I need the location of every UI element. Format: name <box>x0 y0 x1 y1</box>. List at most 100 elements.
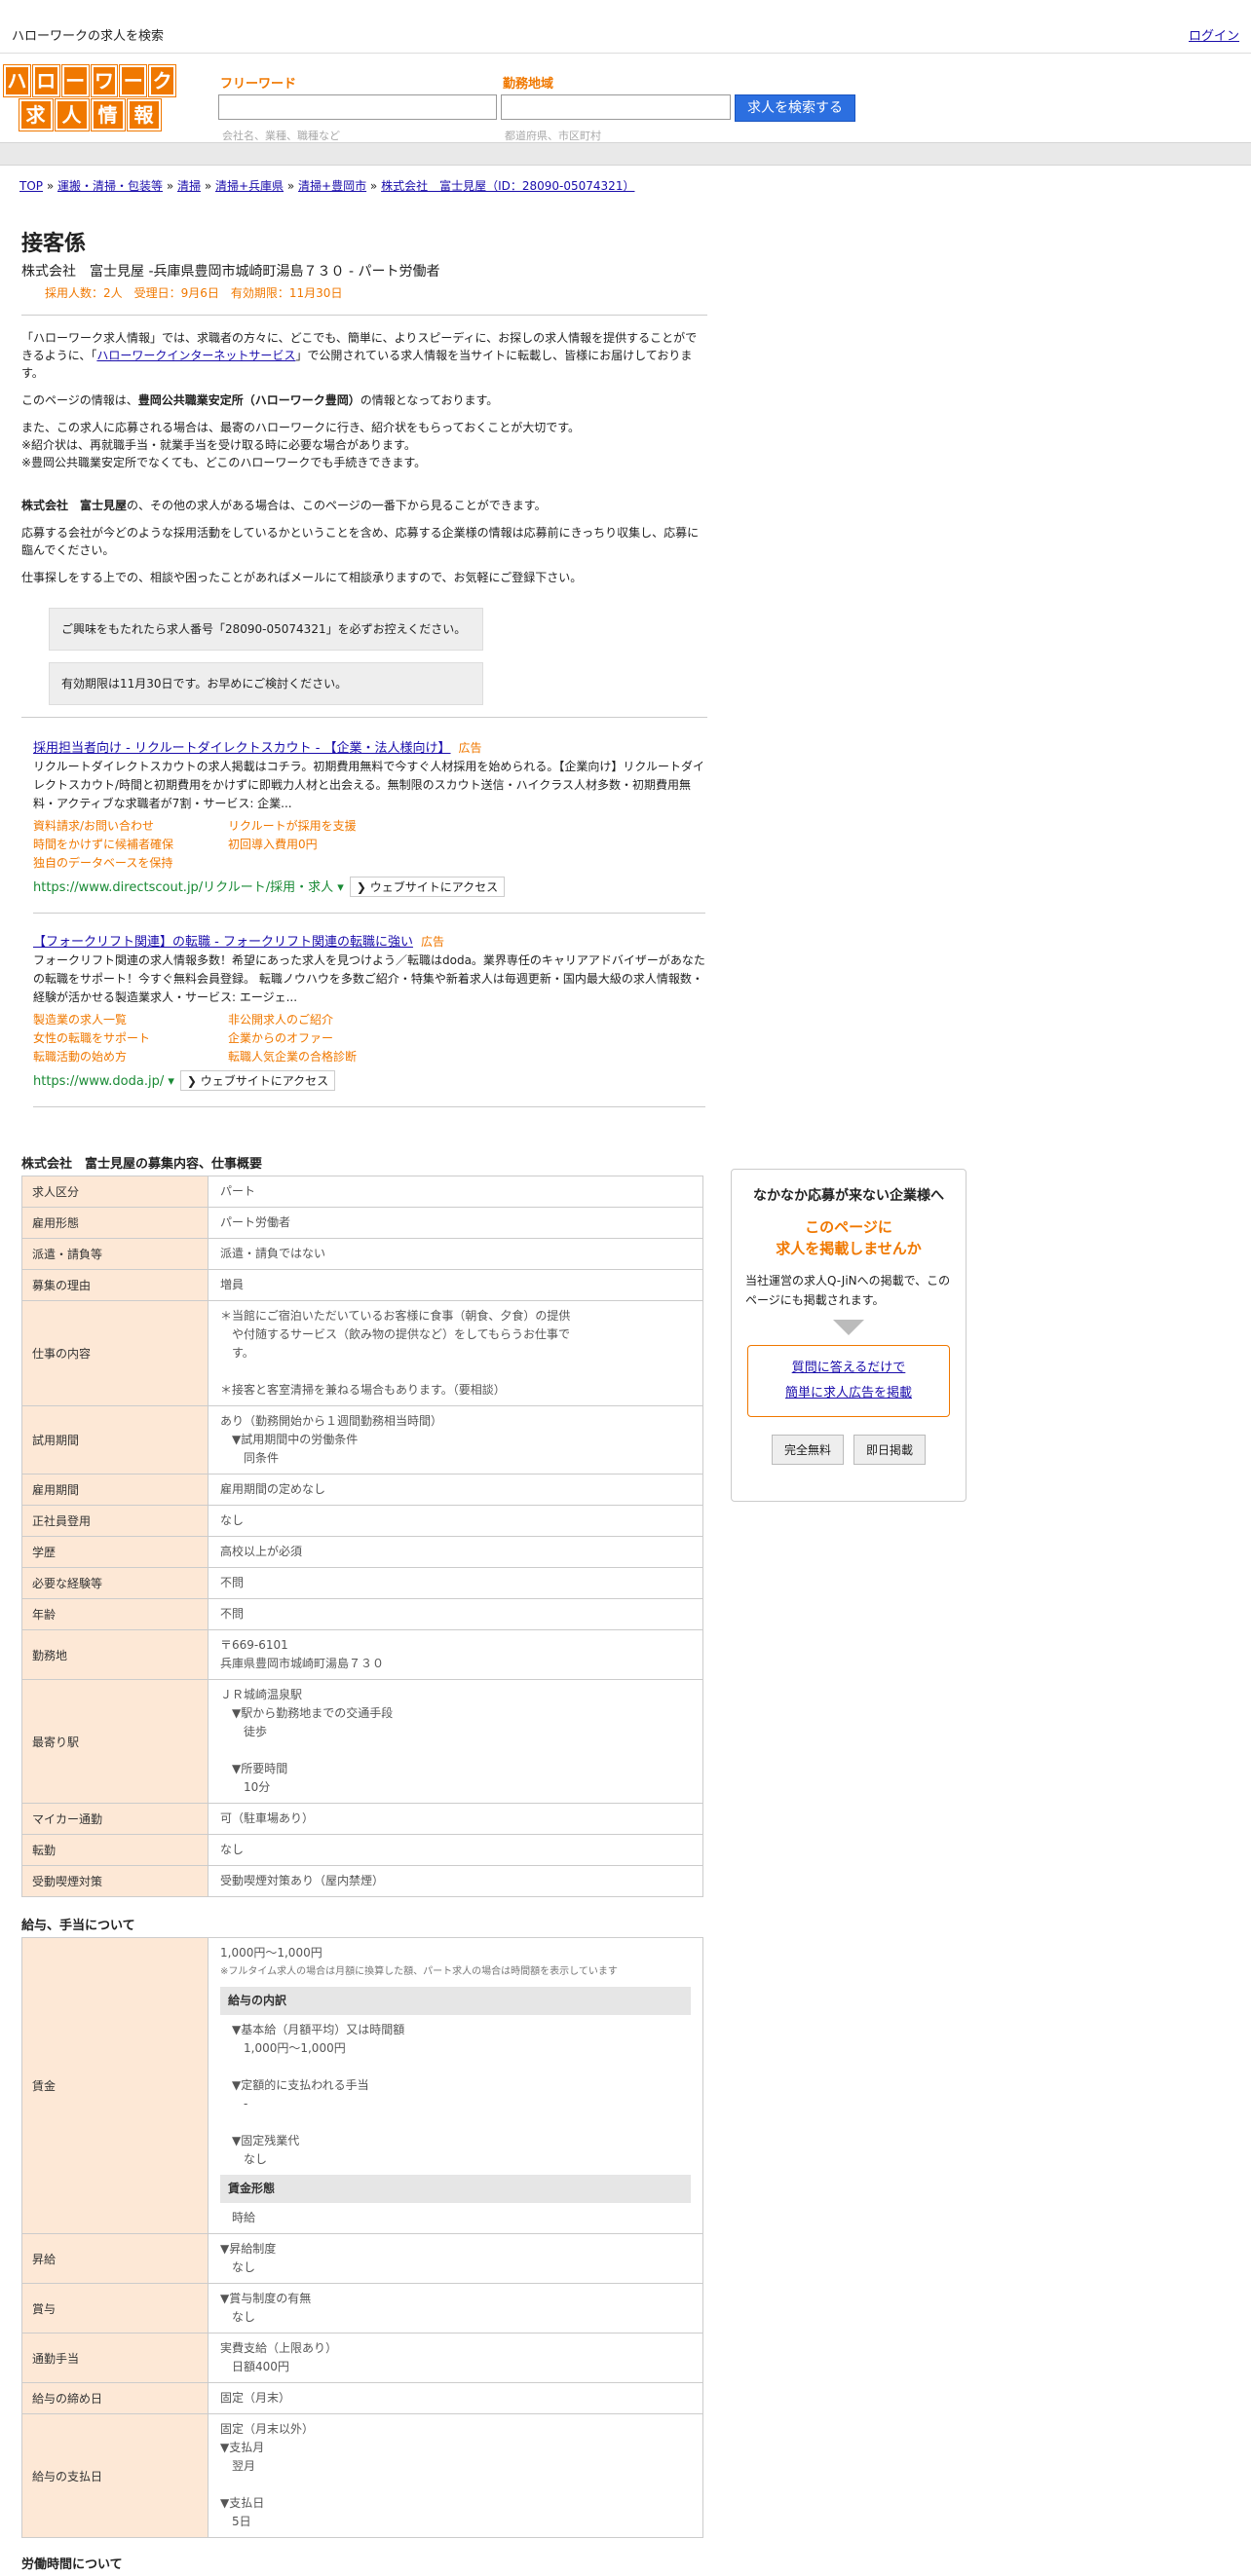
row-label: 給与の支払日 <box>21 2413 208 2538</box>
logo-char: 人 <box>55 99 89 131</box>
logo-char: 情 <box>91 99 125 131</box>
row-label: 昇給 <box>21 2233 208 2284</box>
sidebar-link-post[interactable]: 簡単に求人広告を掲載 <box>785 1386 912 1400</box>
ad-sitelink[interactable]: 女性の転職をサポート <box>33 1029 228 1048</box>
table-row: 最寄り駅 ＪＲ城崎温泉駅 ▼駅から勤務地までの交通手段 徒歩 ▼所要時間 10分 <box>21 1679 703 1804</box>
ad-sitelink[interactable]: 資料請求/お問い合わせ <box>33 817 228 836</box>
section-title-hours: 労働時間について <box>21 2557 123 2572</box>
table-row: マイカー通勤 可（駐車場あり） <box>21 1803 703 1835</box>
row-value: ＊当館にご宿泊いただいているお客様に食事（朝食、夕食）の提供 や付随するサービス… <box>208 1300 703 1406</box>
row-label: 賃金 <box>21 1937 208 2234</box>
logo-char: ワ <box>91 65 118 96</box>
visit-site-button[interactable]: ❯ ウェブサイトにアクセス <box>349 877 506 897</box>
breadcrumb: TOP » 運搬・清掃・包装等 » 清掃 » 清掃+兵庫県 » 清掃+豊岡市 »… <box>19 177 634 194</box>
login-link[interactable]: ログイン <box>1189 25 1239 44</box>
row-value: あり（勤務開始から１週間勤務相当時間） ▼試用期間中の労働条件 同条件 <box>208 1405 703 1475</box>
advertise-sidebar: なかなか応募が来ない企業様へ このページに 求人を掲載しませんか 当社運営の求人Q… <box>731 1169 967 1502</box>
table-row: 給与の支払日 固定（月末以外） ▼支払月 翌月 ▼支払日 5日 <box>21 2413 703 2538</box>
ad-url[interactable]: https://www.directscout.jp/リクルート/採用・求人 ▾ <box>33 880 344 895</box>
logo-char: ハ <box>4 65 30 96</box>
ad-description: リクルートダイレクトスカウトの求人掲載はコチラ。初期費用無料で今すぐ人材採用を始… <box>33 760 705 810</box>
job-meta: 採用人数：2人 受理日：9月6日 有効期限：11月30日 <box>45 286 343 300</box>
search-button[interactable]: 求人を検索する <box>735 94 855 122</box>
row-label: 正社員登用 <box>21 1505 208 1537</box>
ad-title-link[interactable]: 【フォークリフト関連】の転職 - フォークリフト関連の転職に強い <box>33 935 413 950</box>
row-value: ▼賞与制度の有無 なし <box>208 2283 703 2333</box>
ad-tag: 広告 <box>458 741 482 755</box>
row-label: 募集の理由 <box>21 1269 208 1301</box>
visit-site-button[interactable]: ❯ ウェブサイトにアクセス <box>179 1070 336 1091</box>
office-paragraph: このページの情報は、豊岡公共職業安定所（ハローワーク豊岡）の情報となっております… <box>21 393 499 407</box>
row-value: 〒669-6101 兵庫県豊岡市城崎町湯島７３０ <box>208 1629 703 1680</box>
row-label: 試用期間 <box>21 1405 208 1475</box>
breadcrumb-link[interactable]: 清掃 <box>177 179 201 193</box>
section-title-overview: 株式会社 富士見屋の募集内容、仕事概要 <box>21 1157 263 1172</box>
ad-url-row: https://www.doda.jp/ ▾ ❯ ウェブサイトにアクセス <box>33 1070 705 1091</box>
row-value: 不問 <box>208 1567 703 1599</box>
table-row: 給与の締め日 固定（月末） <box>21 2382 703 2414</box>
other-jobs-paragraph: 株式会社 富士見屋の、その他の求人がある場合は、このページの一番下から見ることが… <box>21 499 547 512</box>
breadcrumb-sep: » <box>366 179 382 193</box>
row-value: 派遣・請負ではない <box>208 1238 703 1270</box>
ad-sitelink[interactable]: 初回導入費用0円 <box>228 836 423 854</box>
breadcrumb-link[interactable]: TOP <box>19 179 43 193</box>
area-input[interactable] <box>501 94 731 120</box>
freeword-placeholder: 会社名、業種、職種など <box>222 130 340 142</box>
row-value: 受動喫煙対策あり（屋内禁煙） <box>208 1865 703 1897</box>
breadcrumb-sep: » <box>163 179 177 193</box>
row-value: なし <box>208 1834 703 1866</box>
freeword-label: フリーワード <box>220 77 297 92</box>
breadcrumb-link[interactable]: 株式会社 富士見屋（ID：28090-05074321） <box>381 179 634 193</box>
breadcrumb-link[interactable]: 清掃+兵庫県 <box>215 179 284 193</box>
ad-sitelink[interactable]: 転職人気企業の合格診断 <box>228 1048 423 1066</box>
ad-sitelink[interactable]: 転職活動の始め方 <box>33 1048 228 1066</box>
table-row: 募集の理由 増員 <box>21 1269 703 1301</box>
ad-sitelink[interactable]: 製造業の求人一覧 <box>33 1011 228 1029</box>
table-row: 勤務地 〒669-6101 兵庫県豊岡市城崎町湯島７３０ <box>21 1629 703 1680</box>
breadcrumb-link[interactable]: 運搬・清掃・包装等 <box>57 179 163 193</box>
ad-sitelink[interactable]: リクルートが採用を支援 <box>228 817 423 836</box>
row-label: 転勤 <box>21 1834 208 1866</box>
row-value: 実費支給（上限あり） 日額400円 <box>208 2333 703 2383</box>
breadcrumb-sep: » <box>284 179 299 193</box>
job-details: 株式会社 富士見屋の募集内容、仕事概要 求人区分 パート 雇用形態 パート労働者 派遣・… <box>21 1153 703 2576</box>
row-value: パート労働者 <box>208 1207 703 1239</box>
row-value: ＪＲ城崎温泉駅 ▼駅から勤務地までの交通手段 徒歩 ▼所要時間 10分 <box>208 1679 703 1804</box>
ad-sitelink[interactable]: 企業からのオファー <box>228 1029 423 1048</box>
intro-paragraph: 「ハローワーク求人情報」では、求職者の方々に、どこでも、簡単に、よりスピーディに… <box>21 331 698 380</box>
ad-sitelink[interactable]: 非公開求人のご紹介 <box>228 1011 423 1029</box>
area-placeholder: 都道府県、市区町村 <box>505 130 601 142</box>
row-value: パート <box>208 1176 703 1208</box>
main-content: 接客係 株式会社 富士見屋 -兵庫県豊岡市城崎町湯島７３０ - パート労働者 採… <box>21 226 707 1107</box>
search-header: ハローワーク 求人情報 フリーワード 会社名、業種、職種など 勤務地域 都道府県… <box>0 54 1251 143</box>
ad-title-link[interactable]: 採用担当者向け - リクルートダイレクトスカウト - 【企業・法人様向け】 <box>33 741 451 756</box>
sidebar-heading: なかなか応募が来ない企業様へ <box>753 1188 944 1204</box>
logo-char: ロ <box>32 65 59 96</box>
table-row: 求人区分 パート <box>21 1176 703 1208</box>
consult-paragraph: 仕事探しをする上での、相談や困ったことがあればメールにて相談承りますので、お気軽… <box>21 571 583 584</box>
research-paragraph: 応募する会社が今どのような採用活動をしているかということを含め、応募する企業様の… <box>21 526 700 557</box>
ad-url[interactable]: https://www.doda.jp/ ▾ <box>33 1074 174 1089</box>
row-label: 学歴 <box>21 1536 208 1568</box>
ad-block: 【フォークリフト関連】の転職 - フォークリフト関連の転職に強い 広告 フォークリフ… <box>33 925 705 1107</box>
table-row: 年齢 不問 <box>21 1598 703 1630</box>
row-label: 雇用期間 <box>21 1474 208 1506</box>
free-button[interactable]: 完全無料 <box>771 1435 844 1465</box>
table-row: 受動喫煙対策 受動喫煙対策あり（屋内禁煙） <box>21 1865 703 1897</box>
site-logo[interactable]: ハローワーク 求人情報 <box>4 65 175 133</box>
ad-sitelinks: 資料請求/お問い合わせ リクルートが採用を支援 時間をかけずに候補者確保 初回導入費用… <box>33 817 705 873</box>
row-label: 年齢 <box>21 1598 208 1630</box>
logo-char: ク <box>149 65 175 96</box>
row-label: 雇用形態 <box>21 1207 208 1239</box>
freeword-input[interactable] <box>218 94 497 120</box>
ad-sitelink[interactable]: 時間をかけずに候補者確保 <box>33 836 228 854</box>
sidebar-link-question[interactable]: 質問に答えるだけで <box>792 1361 906 1375</box>
ad-sitelinks: 製造業の求人一覧 非公開求人のご紹介 女性の転職をサポート 企業からのオファー 転職活動… <box>33 1011 705 1066</box>
sameday-button[interactable]: 即日掲載 <box>853 1435 927 1465</box>
ad-sitelink[interactable]: 独自のデータベースを保持 <box>33 854 228 873</box>
down-arrow-icon <box>833 1320 864 1335</box>
row-label: 最寄り駅 <box>21 1679 208 1804</box>
breadcrumb-link[interactable]: 清掃+豊岡市 <box>298 179 366 193</box>
hellowork-internet-link[interactable]: ハローワークインターネットサービス <box>96 349 295 362</box>
table-row: 雇用形態 パート労働者 <box>21 1207 703 1239</box>
